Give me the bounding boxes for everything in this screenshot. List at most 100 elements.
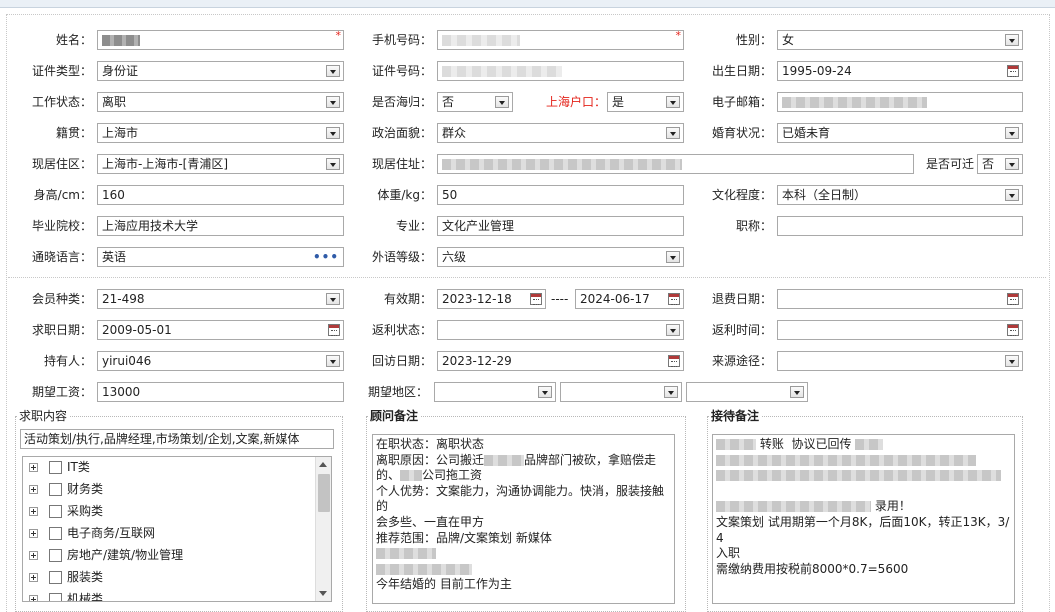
major-input[interactable]: 文化产业管理 — [437, 216, 684, 236]
gender-select[interactable]: 女 — [777, 30, 1023, 50]
expected-region-city-select[interactable] — [560, 382, 682, 402]
refund-date-input[interactable] — [777, 289, 1023, 309]
calendar-icon[interactable] — [668, 293, 680, 305]
school-input[interactable]: 上海应用技术大学 — [97, 216, 344, 236]
marital-select[interactable]: 已婚未育 — [777, 123, 1023, 143]
expected-region-district-select[interactable] — [686, 382, 808, 402]
address-input[interactable] — [437, 154, 914, 174]
apply-date-input[interactable]: 2009-05-01 — [97, 320, 344, 340]
chevron-down-icon[interactable] — [790, 386, 804, 398]
tree-item-finance[interactable]: 财务类 — [23, 479, 315, 499]
calendar-icon[interactable] — [668, 355, 680, 367]
tree-item-apparel[interactable]: 服装类 — [23, 567, 315, 587]
shanghai-hukou-select[interactable]: 是 — [607, 92, 684, 112]
checkbox[interactable] — [49, 461, 62, 474]
name-label: 姓名： — [55, 33, 92, 47]
chevron-down-icon[interactable] — [666, 324, 680, 336]
checkbox[interactable] — [49, 571, 62, 584]
expected-salary-input[interactable]: 13000 — [97, 382, 344, 402]
checkbox[interactable] — [49, 593, 62, 601]
job-title-input[interactable] — [777, 216, 1023, 236]
job-content-selected[interactable]: 活动策划/执行,品牌经理,市场策划/企划,文案,新媒体 — [20, 429, 334, 449]
validity-end-input[interactable]: 2024-06-17 — [575, 289, 684, 309]
tree-item-real-estate[interactable]: 房地产/建筑/物业管理 — [23, 545, 315, 565]
chevron-down-icon[interactable] — [538, 386, 552, 398]
chevron-down-icon[interactable] — [326, 158, 340, 170]
native-place-select[interactable]: 上海市 — [97, 123, 344, 143]
birth-date-input[interactable]: 1995-09-24 — [777, 61, 1023, 81]
calendar-icon[interactable] — [530, 293, 542, 305]
chevron-down-icon[interactable] — [1005, 355, 1019, 367]
rebate-time-input[interactable] — [777, 320, 1023, 340]
height-input[interactable]: 160 — [97, 185, 344, 205]
chevron-down-icon[interactable] — [666, 96, 680, 108]
native-place-value: 上海市 — [102, 126, 139, 140]
work-status-select[interactable]: 离职 — [97, 92, 344, 112]
foreign-level-select[interactable]: 六级 — [437, 247, 684, 267]
tree-item-ecommerce[interactable]: 电子商务/互联网 — [23, 523, 315, 543]
name-input[interactable]: * — [97, 30, 344, 50]
chevron-down-icon[interactable] — [495, 96, 509, 108]
scroll-thumb[interactable] — [318, 474, 330, 512]
mobile-input[interactable]: * — [437, 30, 684, 50]
chevron-down-icon[interactable] — [666, 127, 680, 139]
rebate-status-select[interactable] — [437, 320, 684, 340]
tree-item-it[interactable]: IT类 — [23, 457, 315, 477]
more-icon[interactable]: ••• — [313, 250, 339, 264]
chevron-down-icon[interactable] — [1005, 34, 1019, 46]
chevron-down-icon[interactable] — [1005, 158, 1019, 170]
tree-item-purchase[interactable]: 采购类 — [23, 501, 315, 521]
chevron-down-icon[interactable] — [1005, 127, 1019, 139]
mobile-label: 手机号码： — [371, 33, 432, 47]
chevron-down-icon[interactable] — [326, 127, 340, 139]
checkbox[interactable] — [49, 505, 62, 518]
checkbox[interactable] — [49, 483, 62, 496]
relocate-select[interactable]: 否 — [977, 154, 1023, 174]
redacted-text — [376, 563, 472, 575]
education-value: 本科（全日制） — [782, 188, 867, 202]
height-label: 身高/cm： — [33, 188, 92, 202]
foreign-level-label: 外语等级： — [371, 250, 432, 264]
holder-select[interactable]: yirui046 — [97, 351, 344, 371]
education-select[interactable]: 本科（全日制） — [777, 185, 1023, 205]
visit-date-input[interactable]: 2023-12-29 — [437, 351, 684, 371]
chevron-down-icon[interactable] — [326, 355, 340, 367]
email-input[interactable] — [777, 92, 1023, 112]
chevron-down-icon[interactable] — [326, 293, 340, 305]
tree-item-machinery[interactable]: 机械类 — [23, 589, 315, 601]
chevron-down-icon[interactable] — [1005, 189, 1019, 201]
weight-input[interactable]: 50 — [437, 185, 684, 205]
scroll-down-icon[interactable] — [319, 591, 327, 596]
checkbox[interactable] — [49, 549, 62, 562]
calendar-icon[interactable] — [1007, 293, 1019, 305]
expand-icon[interactable] — [29, 485, 38, 494]
id-type-select[interactable]: 身份证 — [97, 61, 344, 81]
expand-icon[interactable] — [29, 507, 38, 516]
returnee-select[interactable]: 否 — [437, 92, 513, 112]
advisor-notes-textarea[interactable]: 在职状态：离职状态 离职原因：公司搬迁 品牌部门被砍，拿赔偿走 的、 公司拖工资 个… — [372, 434, 675, 604]
checkbox[interactable] — [49, 527, 62, 540]
chevron-down-icon[interactable] — [326, 96, 340, 108]
validity-start-input[interactable]: 2023-12-18 — [437, 289, 546, 309]
living-area-select[interactable]: 上海市-上海市-[青浦区] — [97, 154, 344, 174]
political-select[interactable]: 群众 — [437, 123, 684, 143]
chevron-down-icon[interactable] — [326, 65, 340, 77]
tree-scrollbar[interactable] — [315, 457, 331, 601]
expected-region-province-select[interactable] — [434, 382, 556, 402]
expand-icon[interactable] — [29, 573, 38, 582]
expand-icon[interactable] — [29, 551, 38, 560]
expand-icon[interactable] — [29, 529, 38, 538]
expand-icon[interactable] — [29, 595, 38, 601]
member-type-select[interactable]: 21-498 — [97, 289, 344, 309]
chevron-down-icon[interactable] — [666, 251, 680, 263]
calendar-icon[interactable] — [1007, 324, 1019, 336]
reception-notes-textarea[interactable]: 转账 协议已回传 录用！ 文案策划 试用期第一个月8K，后面10K，转正13K，… — [712, 434, 1015, 604]
scroll-up-icon[interactable] — [319, 462, 327, 467]
calendar-icon[interactable] — [328, 324, 340, 336]
calendar-icon[interactable] — [1007, 65, 1019, 77]
expand-icon[interactable] — [29, 463, 38, 472]
chevron-down-icon[interactable] — [664, 386, 678, 398]
language-input[interactable]: 英语 ••• — [97, 247, 344, 267]
id-number-input[interactable] — [437, 61, 684, 81]
source-select[interactable] — [777, 351, 1023, 371]
